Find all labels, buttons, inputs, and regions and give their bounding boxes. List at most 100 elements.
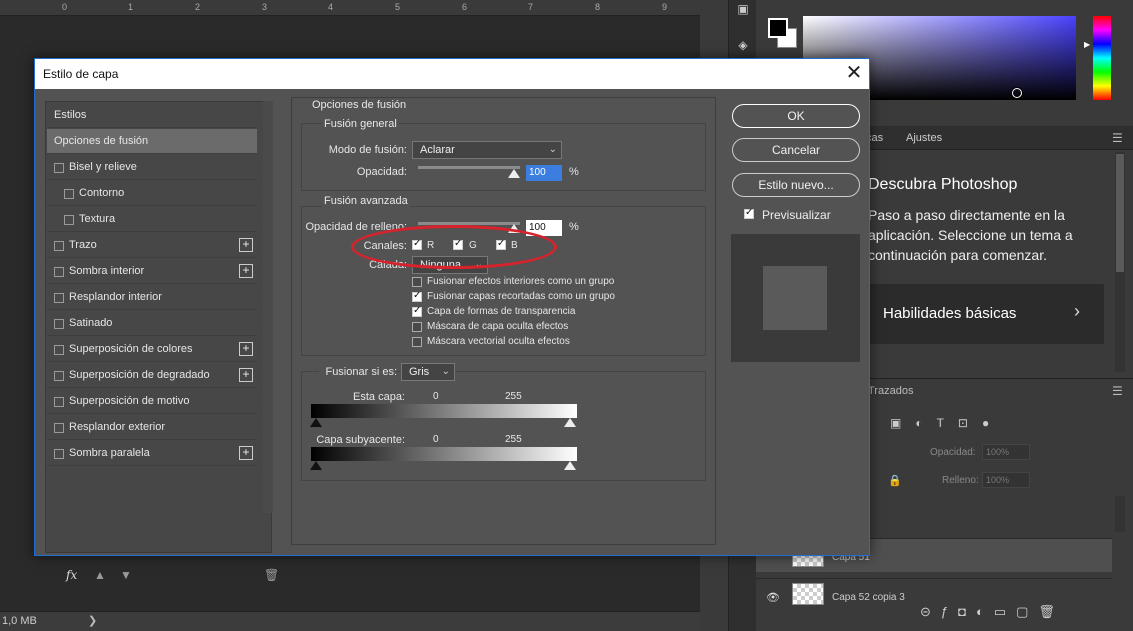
style-item-label: Bisel y relieve xyxy=(69,161,137,173)
lock-icon[interactable]: 🔒 xyxy=(888,474,902,487)
ok-button[interactable]: OK xyxy=(732,104,860,128)
this-layer-gradient[interactable] xyxy=(311,404,577,418)
opacity-input[interactable]: 100 xyxy=(526,165,562,181)
style-item-pattern-overlay[interactable]: Superposición de motivo xyxy=(47,389,257,414)
style-item-label: Superposición de degradado xyxy=(69,369,210,381)
style-item-outer-glow[interactable]: Resplandor exterior xyxy=(47,415,257,440)
eye-icon[interactable]: 👁 xyxy=(766,591,780,604)
tab-paths[interactable]: Trazados xyxy=(868,385,913,397)
learn-card-label[interactable]: Habilidades básicas xyxy=(883,305,1016,322)
style-preview-swatch xyxy=(763,266,827,330)
layer-filter-icons[interactable]: ▣◐T⊡● xyxy=(890,416,1003,430)
option-label: Máscara de capa oculta efectos xyxy=(427,321,569,332)
style-item-texture[interactable]: Textura xyxy=(47,207,257,232)
opacity-slider-knob[interactable] xyxy=(508,169,520,178)
add-effect-button[interactable]: + xyxy=(239,446,253,460)
panel-menu-icon[interactable]: ☰ xyxy=(1112,131,1123,145)
layers-menu-icon[interactable]: ☰ xyxy=(1112,384,1123,398)
style-checkbox[interactable] xyxy=(54,241,64,251)
close-icon[interactable]: ✕ xyxy=(843,63,865,85)
move-up-icon[interactable]: ▲ xyxy=(94,568,106,582)
style-checkbox[interactable] xyxy=(54,267,64,277)
info-icon[interactable]: ▣ xyxy=(735,2,751,16)
style-item-drop-shadow[interactable]: Sombra paralela + xyxy=(47,441,257,466)
color-picker-cursor[interactable] xyxy=(1012,88,1022,98)
learn-text: Paso a paso directamente en la aplicació… xyxy=(868,207,1073,263)
underlying-low: 0 xyxy=(433,434,439,445)
style-item-inner-shadow[interactable]: Sombra interior + xyxy=(47,259,257,284)
status-bar: 1,0 MB ❯ xyxy=(0,611,700,631)
learn-title: Descubra Photoshop xyxy=(868,176,1018,193)
style-item-label: Opciones de fusión xyxy=(54,135,149,147)
style-checkbox[interactable] xyxy=(54,449,64,459)
ruler-tick: 1 xyxy=(128,2,134,12)
add-effect-button[interactable]: + xyxy=(239,342,253,356)
option-checkbox[interactable] xyxy=(412,322,422,332)
option-checkbox[interactable] xyxy=(412,277,422,287)
style-item-blending-options[interactable]: Opciones de fusión xyxy=(47,129,257,154)
new-style-button[interactable]: Estilo nuevo... xyxy=(732,173,860,197)
option-label: Máscara vectorial oculta efectos xyxy=(427,336,570,347)
style-item-inner-glow[interactable]: Resplandor interior xyxy=(47,285,257,310)
move-down-icon[interactable]: ▼ xyxy=(120,568,132,582)
style-item-color-overlay[interactable]: Superposición de colores + xyxy=(47,337,257,362)
style-item-stroke[interactable]: Trazo + xyxy=(47,233,257,258)
blend-mode-select[interactable]: Aclarar ⌄ xyxy=(412,141,562,159)
preview-checkbox[interactable] xyxy=(744,207,754,219)
cancel-button[interactable]: Cancelar xyxy=(732,138,860,162)
trash-icon[interactable]: 🗑 xyxy=(264,568,279,582)
this-layer-white-knob[interactable] xyxy=(564,418,576,427)
style-checkbox[interactable] xyxy=(64,189,74,199)
hue-slider[interactable] xyxy=(1093,16,1111,100)
styles-scrollbar[interactable] xyxy=(263,101,273,513)
style-item-label: Satinado xyxy=(69,317,113,329)
style-checkbox[interactable] xyxy=(54,293,64,303)
blending-options-title: Opciones de fusión xyxy=(312,99,407,111)
style-checkbox[interactable] xyxy=(54,345,64,355)
fx-icon[interactable]: fx xyxy=(66,568,77,582)
style-checkbox[interactable] xyxy=(54,397,64,407)
underlying-white-knob[interactable] xyxy=(564,461,576,470)
add-effect-button[interactable]: + xyxy=(239,368,253,382)
layer-fill-field[interactable]: 100% xyxy=(982,472,1030,488)
style-item-gradient-overlay[interactable]: Superposición de degradado + xyxy=(47,363,257,388)
option-checkbox[interactable] xyxy=(412,290,422,302)
ruler-tick: 9 xyxy=(662,2,668,12)
layer-opacity-field[interactable]: 100% xyxy=(982,444,1030,460)
annotation-ellipse xyxy=(351,225,557,269)
underlying-gradient[interactable] xyxy=(311,447,577,461)
foreground-color-swatch[interactable] xyxy=(768,18,788,38)
this-layer-low: 0 xyxy=(433,391,439,402)
style-checkbox[interactable] xyxy=(54,163,64,173)
style-checkbox[interactable] xyxy=(54,319,64,329)
this-layer-black-knob[interactable] xyxy=(310,418,322,427)
style-item-label: Resplandor interior xyxy=(69,291,162,303)
status-arrow-icon[interactable]: ❯ xyxy=(88,614,97,627)
chevron-down-icon: ⌄ xyxy=(441,366,450,377)
style-checkbox[interactable] xyxy=(54,423,64,433)
style-item-bevel-emboss[interactable]: Bisel y relieve xyxy=(47,155,257,180)
hue-marker-icon[interactable]: ▶ xyxy=(1084,40,1090,49)
layers-footer-icons[interactable]: ⊝ƒ◘◐▭▢🗑 xyxy=(920,604,1065,620)
tab-adjustments[interactable]: Ajustes xyxy=(906,132,942,144)
style-checkbox[interactable] xyxy=(54,371,64,381)
add-effect-button[interactable]: + xyxy=(239,264,253,278)
add-effect-button[interactable]: + xyxy=(239,238,253,252)
option-checkbox[interactable] xyxy=(412,305,422,317)
this-layer-high: 255 xyxy=(505,391,522,402)
blend-mode-label: Modo de fusión: xyxy=(328,144,407,156)
opacity-slider[interactable] xyxy=(418,166,520,169)
ruler-tick: 3 xyxy=(262,2,268,12)
layers-scrollbar[interactable] xyxy=(1115,496,1125,532)
chevron-right-icon[interactable]: › xyxy=(1074,301,1080,322)
option-checkbox[interactable] xyxy=(412,337,422,347)
blend-if-select[interactable]: Gris ⌄ xyxy=(401,363,455,381)
style-item-contour[interactable]: Contorno xyxy=(47,181,257,206)
styles-header[interactable]: Estilos xyxy=(47,103,257,128)
style-item-satin[interactable]: Satinado xyxy=(47,311,257,336)
underlying-black-knob[interactable] xyxy=(310,461,322,470)
learn-scrollbar-thumb[interactable] xyxy=(1116,154,1124,272)
style-item-label: Trazo xyxy=(69,239,97,251)
cube-icon[interactable]: ◈ xyxy=(735,38,751,52)
style-checkbox[interactable] xyxy=(64,215,74,225)
